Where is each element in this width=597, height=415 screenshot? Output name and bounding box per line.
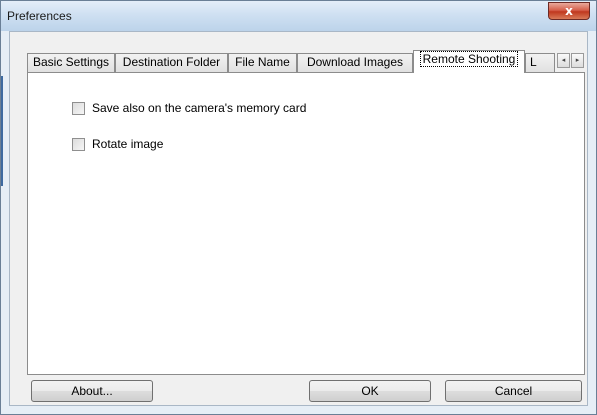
tab-label: Basic Settings xyxy=(32,55,110,69)
cancel-button-label: Cancel xyxy=(494,384,533,398)
title-bar[interactable]: Preferences x xyxy=(1,1,596,31)
tab-scroll-arrows: ◂ ▸ xyxy=(557,53,585,70)
remote-shooting-panel: Save also on the camera's memory card Ro… xyxy=(27,72,585,375)
tab-destination-folder[interactable]: Destination Folder xyxy=(115,53,228,72)
tab-partial[interactable]: L xyxy=(525,53,555,72)
about-button-label: About... xyxy=(71,384,113,398)
rotate-image-checkbox[interactable] xyxy=(72,137,85,151)
tab-label: Remote Shooting xyxy=(419,51,519,67)
ok-button[interactable]: OK xyxy=(309,380,431,402)
about-button[interactable]: About... xyxy=(31,380,153,402)
tab-strip: Basic Settings Destination Folder File N… xyxy=(27,50,585,73)
arrow-left-icon: ◂ xyxy=(561,57,566,64)
rotate-image-label: Rotate image xyxy=(92,137,164,151)
window-edge-accent xyxy=(1,76,3,186)
tab-basic-settings[interactable]: Basic Settings xyxy=(27,53,115,72)
window-title: Preferences xyxy=(7,9,72,23)
arrow-right-icon: ▸ xyxy=(575,57,580,64)
tab-label: File Name xyxy=(235,55,290,69)
tab-label: Download Images xyxy=(306,55,404,69)
save-on-camera-card-checkbox[interactable] xyxy=(72,101,85,115)
save-on-camera-card-label: Save also on the camera's memory card xyxy=(92,101,307,115)
dialog-client-area: Basic Settings Destination Folder File N… xyxy=(9,31,588,406)
ok-button-label: OK xyxy=(361,384,379,398)
tab-remote-shooting[interactable]: Remote Shooting xyxy=(413,50,525,73)
cancel-button[interactable]: Cancel xyxy=(445,380,582,402)
save-on-camera-card-option[interactable]: Save also on the camera's memory card xyxy=(72,100,306,116)
preferences-window: Preferences x Basic Settings Destination… xyxy=(0,0,597,415)
tab-download-images[interactable]: Download Images xyxy=(297,53,413,72)
close-button[interactable]: x xyxy=(548,2,590,20)
rotate-image-option[interactable]: Rotate image xyxy=(72,136,163,152)
tab-scroll-left-button[interactable]: ◂ xyxy=(557,53,570,68)
tab-file-name[interactable]: File Name xyxy=(228,53,297,72)
tab-label: Destination Folder xyxy=(122,55,221,69)
tab-label: L xyxy=(530,55,537,69)
tab-scroll-right-button[interactable]: ▸ xyxy=(571,53,584,68)
close-icon: x xyxy=(565,4,573,18)
